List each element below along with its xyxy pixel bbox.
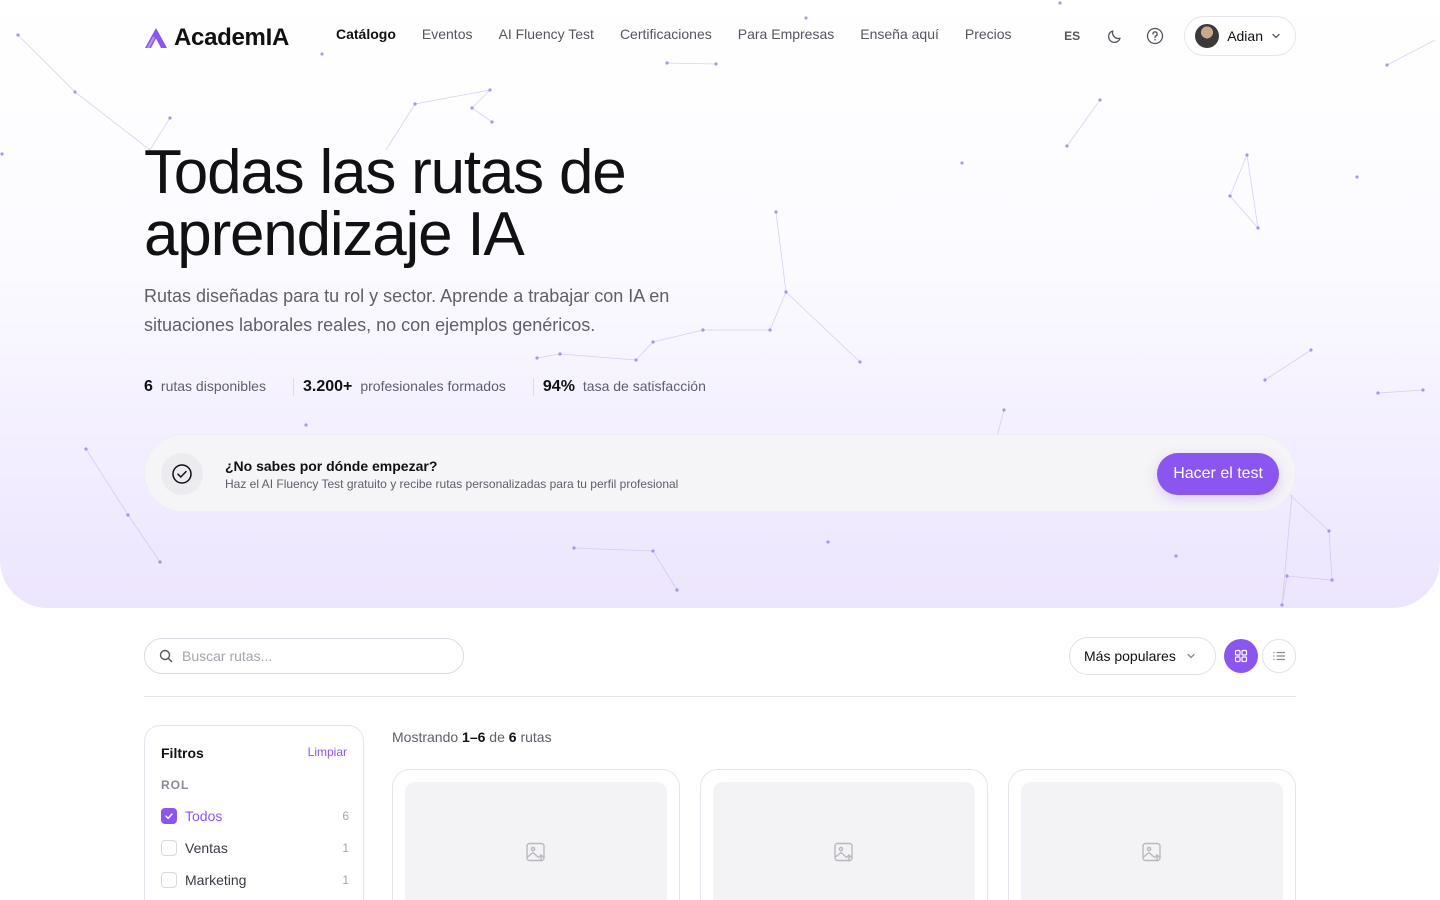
image-placeholder-icon bbox=[1142, 842, 1161, 862]
route-card[interactable] bbox=[700, 769, 988, 900]
filter-option-count: 6 bbox=[342, 809, 349, 823]
nav-link-eventos[interactable]: Eventos bbox=[422, 26, 473, 42]
moon-icon[interactable] bbox=[1104, 25, 1126, 47]
nav-link-precios[interactable]: Precios bbox=[965, 26, 1012, 42]
stat-item: 6 rutas disponibles bbox=[144, 378, 293, 396]
results-prefix: Mostrando bbox=[392, 729, 459, 745]
route-card-image bbox=[1021, 782, 1283, 900]
nav-link-para-empresas[interactable]: Para Empresas bbox=[738, 26, 834, 42]
nav-link-certificaciones[interactable]: Certificaciones bbox=[620, 26, 712, 42]
filters-panel: Filtros Limpiar ROL Todos 6 Ventas 1 Mar… bbox=[144, 725, 364, 900]
stat-item: 94% tasa de satisfacción bbox=[532, 378, 733, 396]
nav-link-catalogo[interactable]: Catálogo bbox=[336, 26, 396, 42]
logo-mark-icon bbox=[145, 28, 167, 49]
divider bbox=[144, 696, 1296, 697]
chevron-down-icon bbox=[1187, 653, 1195, 659]
take-test-button[interactable]: Hacer el test bbox=[1157, 453, 1279, 495]
filter-option-count: 1 bbox=[342, 841, 349, 855]
stat-label: profesionales formados bbox=[360, 378, 506, 394]
stat-value: 6 bbox=[144, 378, 153, 395]
language-switcher[interactable]: ES bbox=[1064, 29, 1080, 43]
stat-value: 94% bbox=[542, 378, 575, 395]
banner-title: ¿No sabes por dónde empezar? bbox=[225, 458, 438, 474]
route-card[interactable] bbox=[392, 769, 680, 900]
results-of: de bbox=[489, 729, 505, 745]
brand-name: AcademIA bbox=[174, 24, 289, 51]
filter-option-label: Ventas bbox=[185, 840, 228, 856]
filter-option-label: Marketing bbox=[185, 872, 247, 888]
results-count: Mostrando 1–6 de 6 rutas bbox=[392, 729, 552, 745]
search-box[interactable] bbox=[144, 638, 464, 674]
filter-option-ventas[interactable]: Ventas 1 bbox=[161, 838, 349, 858]
filter-option-todos[interactable]: Todos 6 bbox=[161, 806, 349, 826]
checkbox[interactable] bbox=[161, 872, 177, 888]
sort-dropdown[interactable]: Más populares bbox=[1069, 637, 1216, 675]
results-suffix: rutas bbox=[520, 729, 552, 745]
checkbox[interactable] bbox=[161, 840, 177, 856]
chevron-down-icon bbox=[1272, 33, 1280, 39]
checkbox[interactable] bbox=[161, 808, 177, 824]
route-card-image bbox=[713, 782, 975, 900]
nav-actions: ES Adian bbox=[1064, 16, 1296, 56]
route-card-image bbox=[405, 782, 667, 900]
check-icon bbox=[165, 813, 173, 820]
user-menu-button[interactable]: Adian bbox=[1184, 16, 1296, 56]
filter-section-label: ROL bbox=[161, 778, 190, 792]
banner-text: Haz el AI Fluency Test gratuito y recibe… bbox=[225, 477, 679, 491]
help-circle-icon[interactable] bbox=[1144, 25, 1166, 47]
brand-logo[interactable]: AcademIA bbox=[144, 24, 289, 52]
image-placeholder-icon bbox=[526, 842, 545, 862]
clear-filters-link[interactable]: Limpiar bbox=[308, 745, 347, 759]
stat-label: tasa de satisfacción bbox=[582, 378, 706, 394]
filter-option-marketing[interactable]: Marketing 1 bbox=[161, 870, 349, 890]
results-total: 6 bbox=[508, 729, 517, 745]
results-range: 1–6 bbox=[462, 729, 486, 745]
filters-title: Filtros bbox=[161, 745, 204, 761]
filter-option-count: 1 bbox=[342, 873, 349, 887]
page-subtitle: Rutas diseñadas para tu rol y sector. Ap… bbox=[144, 286, 670, 335]
nav-link-ensena-aqui[interactable]: Enseña aquí bbox=[860, 26, 939, 42]
nav-link-ai-fluency-test[interactable]: AI Fluency Test bbox=[498, 26, 593, 42]
nav-links: Catálogo Eventos AI Fluency Test Certifi… bbox=[336, 26, 1038, 42]
check-circle-icon bbox=[161, 453, 203, 495]
list-icon bbox=[1273, 651, 1286, 661]
filter-option-label: Todos bbox=[185, 808, 223, 824]
top-navigation: AcademIA Catálogo Eventos AI Fluency Tes… bbox=[0, 0, 1440, 72]
route-card[interactable] bbox=[1008, 769, 1296, 900]
page-title: Todas las rutas de aprendizaje IA bbox=[144, 138, 627, 269]
avatar bbox=[1195, 24, 1220, 48]
fluency-test-banner: ¿No sabes por dónde empezar? Haz el AI F… bbox=[144, 434, 1296, 512]
stat-value: 3.200+ bbox=[302, 378, 353, 395]
grid-view-button[interactable] bbox=[1224, 639, 1258, 673]
sort-selected-value: Más populares bbox=[1084, 648, 1176, 664]
user-name: Adian bbox=[1227, 28, 1263, 44]
grid-icon bbox=[1234, 649, 1248, 663]
list-view-button[interactable] bbox=[1262, 639, 1296, 673]
image-placeholder-icon bbox=[834, 842, 853, 862]
search-icon bbox=[159, 649, 173, 663]
stat-label: rutas disponibles bbox=[160, 378, 266, 394]
stat-item: 3.200+ profesionales formados bbox=[292, 378, 533, 396]
search-input[interactable] bbox=[182, 648, 442, 664]
stats-row: 6 rutas disponibles 3.200+ profesionales… bbox=[144, 370, 733, 404]
